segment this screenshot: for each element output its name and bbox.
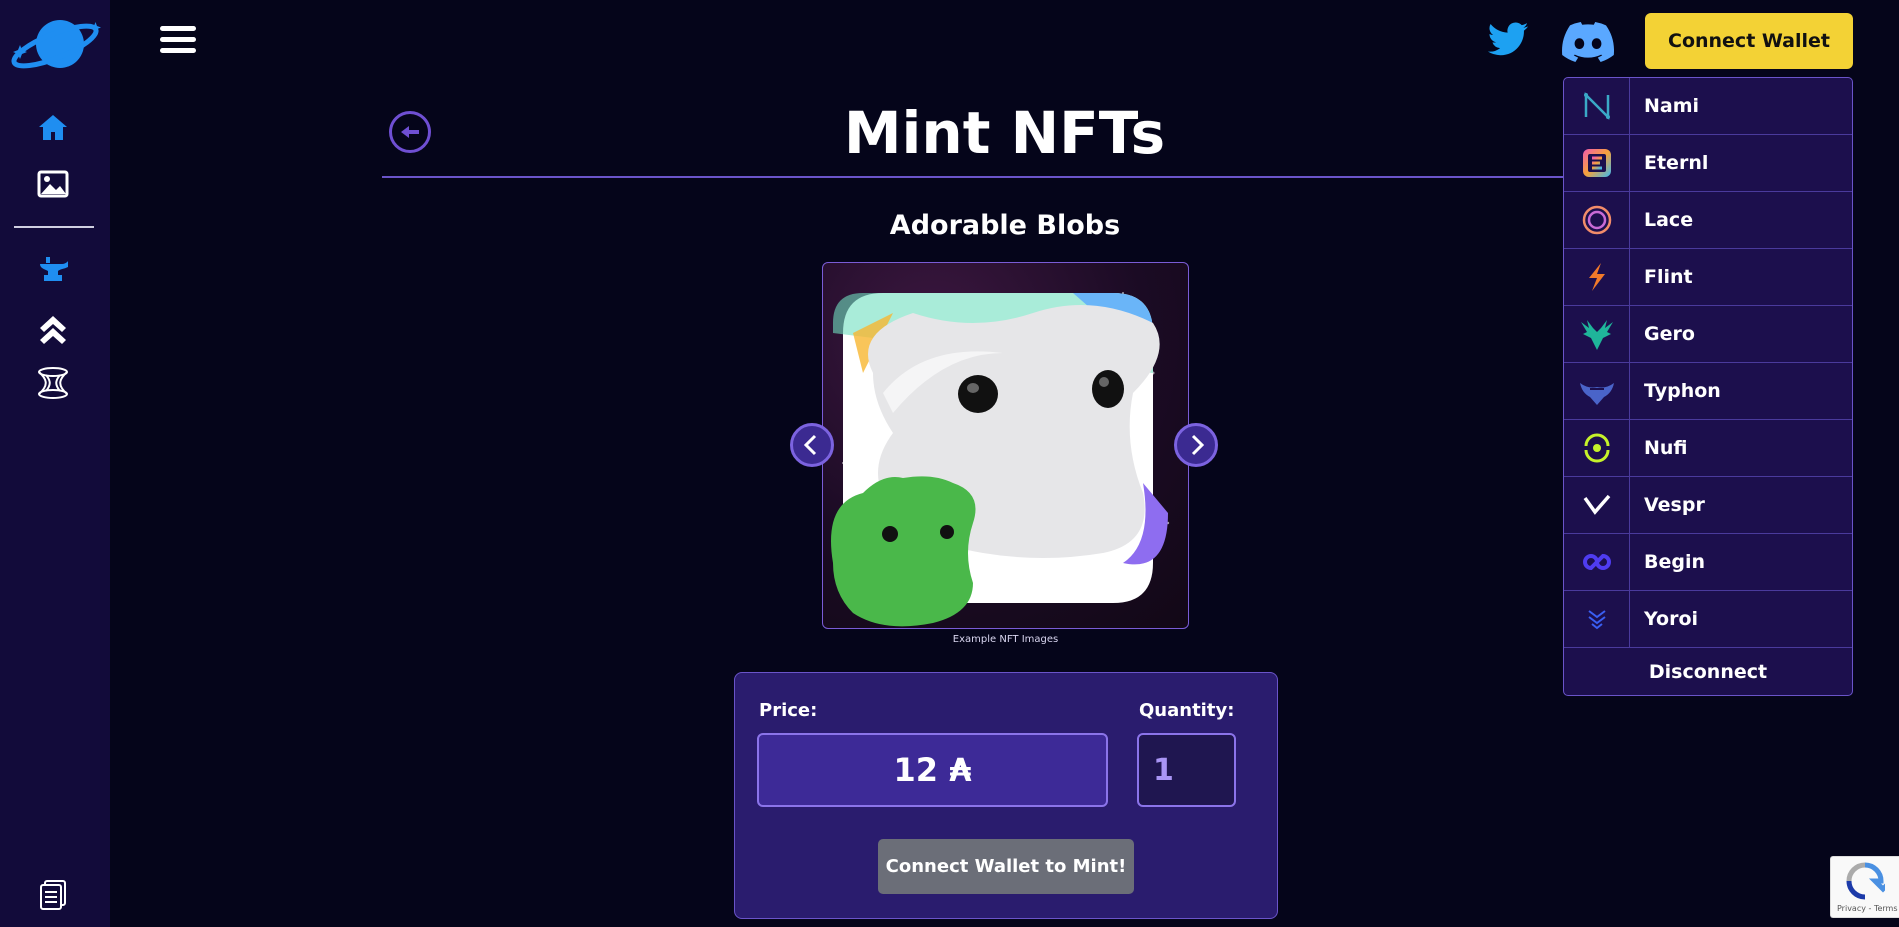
wallet-name: Eternl (1644, 152, 1709, 174)
recaptcha-badge[interactable]: Privacy - Terms (1830, 856, 1899, 918)
wallet-name: Flint (1644, 266, 1693, 288)
wallet-icon-cell (1564, 591, 1630, 647)
yoroi-icon (1587, 610, 1606, 630)
wallet-item-vespr[interactable]: Vespr (1564, 477, 1852, 534)
wallet-name: Nami (1644, 95, 1700, 117)
wallet-name: Nufi (1644, 437, 1688, 459)
nufi-icon (1584, 433, 1609, 463)
wallet-item-typhon[interactable]: Typhon (1564, 363, 1852, 420)
connect-wallet-button[interactable]: Connect Wallet (1645, 13, 1853, 69)
wallet-name: Gero (1644, 323, 1695, 345)
wallet-name: Yoroi (1644, 608, 1699, 630)
wallet-item-nufi[interactable]: Nufi (1564, 420, 1852, 477)
disconnect-button[interactable]: Disconnect (1564, 648, 1852, 695)
double-chevron-up-icon[interactable] (36, 310, 70, 344)
wallet-dropdown: Nami Eternl Lace Flint Gero Typhon Nufi … (1563, 77, 1853, 696)
typhon-icon (1579, 383, 1614, 405)
wallet-name: Typhon (1644, 380, 1721, 402)
wallet-item-begin[interactable]: Begin (1564, 534, 1852, 591)
anvil-icon[interactable] (36, 254, 70, 288)
wallet-icon-cell (1564, 420, 1630, 476)
wallet-icon-cell (1564, 192, 1630, 248)
gero-icon (1580, 320, 1613, 350)
nft-image (822, 262, 1189, 629)
nami-icon (1583, 91, 1610, 121)
wallet-name: Vespr (1644, 494, 1705, 516)
wallet-item-nami[interactable]: Nami (1564, 78, 1852, 135)
home-icon[interactable] (36, 111, 70, 145)
wallet-icon-cell (1564, 135, 1630, 191)
wallet-item-yoroi[interactable]: Yoroi (1564, 591, 1852, 648)
menu-icon[interactable] (160, 26, 196, 56)
wallet-name: Lace (1644, 209, 1694, 231)
title-divider (382, 176, 1627, 178)
wallet-item-lace[interactable]: Lace (1564, 192, 1852, 249)
wallet-item-gero[interactable]: Gero (1564, 306, 1852, 363)
begin-icon (1582, 553, 1611, 571)
wallet-item-flint[interactable]: Flint (1564, 249, 1852, 306)
image-icon[interactable] (36, 167, 70, 201)
carousel-next-button[interactable] (1174, 423, 1218, 467)
recaptcha-icon (1846, 862, 1885, 900)
sidebar-divider (14, 226, 94, 228)
price-display: 12 ₳ (757, 733, 1108, 807)
lace-icon (1582, 205, 1611, 235)
chevron-right-icon (1191, 434, 1205, 456)
mint-button[interactable]: Connect Wallet to Mint! (878, 839, 1134, 894)
wormhole-icon[interactable] (36, 366, 70, 400)
quantity-input[interactable] (1137, 733, 1236, 807)
vespr-icon (1583, 494, 1610, 515)
wallet-name: Begin (1644, 551, 1706, 573)
docs-icon[interactable] (36, 878, 70, 912)
twitter-icon[interactable] (1484, 18, 1532, 62)
collection-title: Adorable Blobs (889, 210, 1121, 241)
wallet-icon-cell (1564, 534, 1630, 590)
eternl-icon (1582, 149, 1611, 177)
wallet-icon-cell (1564, 78, 1630, 134)
blob-nft-illustration (831, 292, 1170, 627)
page-title: Mint NFTs (843, 99, 1166, 167)
wallet-icon-cell (1564, 249, 1630, 305)
wallet-icon-cell (1564, 363, 1630, 419)
carousel-prev-button[interactable] (790, 423, 834, 467)
wallet-item-eternl[interactable]: Eternl (1564, 135, 1852, 192)
quantity-label: Quantity: (1139, 700, 1235, 721)
wallet-icon-cell (1564, 477, 1630, 533)
top-bar (110, 0, 1899, 82)
price-label: Price: (759, 700, 818, 721)
chevron-left-icon (803, 434, 817, 456)
flint-icon (1588, 263, 1605, 291)
planet-logo-icon[interactable] (8, 14, 102, 76)
discord-icon[interactable] (1562, 22, 1614, 62)
image-caption: Example NFT Images (952, 634, 1059, 645)
recaptcha-links[interactable]: Privacy - Terms (1837, 904, 1898, 913)
wallet-icon-cell (1564, 306, 1630, 362)
sidebar (0, 0, 110, 927)
